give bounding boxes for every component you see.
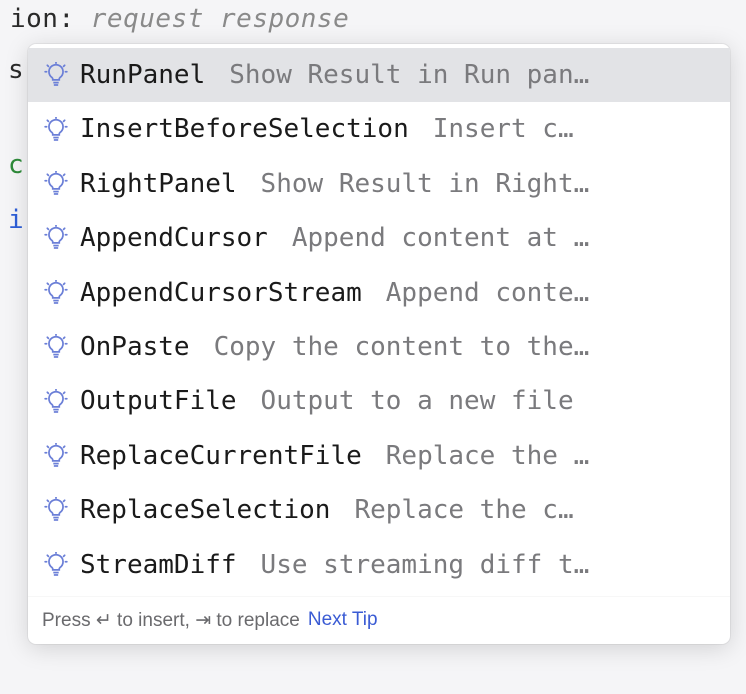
completion-item-name: RightPanel <box>80 166 237 202</box>
completion-item[interactable]: RightPanel Show Result in Right… <box>28 157 730 211</box>
footer-hint-text: Press ↵ to insert, ⇥ to replace <box>42 609 300 632</box>
completion-item-name: ReplaceCurrentFile <box>80 438 362 474</box>
completion-item[interactable]: RunPanel Show Result in Run pan… <box>28 48 730 102</box>
completion-item-name: RunPanel <box>80 57 205 93</box>
completion-item[interactable]: StreamDiff Use streaming diff t… <box>28 538 730 592</box>
lightbulb-icon <box>40 222 72 254</box>
lightbulb-icon <box>40 168 72 200</box>
tab-key-icon: ⇥ <box>195 610 211 631</box>
completion-item-desc: Replace the c… <box>354 492 718 528</box>
completion-item-desc: Insert c… <box>433 111 718 147</box>
completion-item-desc: Append conte… <box>386 275 718 311</box>
lightbulb-icon <box>40 386 72 418</box>
completion-item[interactable]: OutputFile Output to a new file <box>28 374 730 428</box>
completion-item-name: AppendCursorStream <box>80 275 362 311</box>
lightbulb-icon <box>40 549 72 581</box>
completion-item-desc: Show Result in Run pan… <box>229 57 718 93</box>
lightbulb-icon <box>40 331 72 363</box>
completion-item-name: StreamDiff <box>80 547 237 583</box>
completion-item-desc: Append content at … <box>292 220 718 256</box>
completion-popup: RunPanel Show Result in Run pan… InsertBe… <box>28 44 730 644</box>
completion-list: RunPanel Show Result in Run pan… InsertBe… <box>28 44 730 596</box>
completion-item[interactable]: AppendCursorStream Append conte… <box>28 266 730 320</box>
completion-item-name: ReplaceSelection <box>80 492 330 528</box>
enter-key-icon: ↵ <box>96 610 112 631</box>
completion-item[interactable]: ReplaceSelection Replace the c… <box>28 483 730 537</box>
lightbulb-icon <box>40 440 72 472</box>
editor-background-char: s <box>8 55 24 85</box>
completion-item[interactable]: OnPaste Copy the content to the… <box>28 320 730 374</box>
completion-item-desc: Output to a new file <box>261 383 718 419</box>
completion-item-name: InsertBeforeSelection <box>80 111 409 147</box>
completion-item-name: AppendCursor <box>80 220 268 256</box>
lightbulb-icon <box>40 114 72 146</box>
editor-background-char: c <box>8 150 24 180</box>
completion-item[interactable]: AppendCursor Append content at … <box>28 211 730 265</box>
bg-label: ion: <box>10 4 75 34</box>
lightbulb-icon <box>40 277 72 309</box>
completion-item-desc: Copy the content to the… <box>214 329 718 365</box>
footer-replace-text: to replace <box>211 610 300 631</box>
completion-item[interactable]: InsertBeforeSelection Insert c… <box>28 102 730 156</box>
completion-item-name: OutputFile <box>80 383 237 419</box>
completion-item-name: OnPaste <box>80 329 190 365</box>
completion-item-desc: Replace the … <box>386 438 718 474</box>
editor-background-line1: ion: request response <box>0 0 746 38</box>
next-tip-link[interactable]: Next Tip <box>308 609 378 631</box>
lightbulb-icon <box>40 494 72 526</box>
editor-background-char: i <box>8 205 24 235</box>
completion-footer: Press ↵ to insert, ⇥ to replace Next Tip <box>28 596 730 644</box>
footer-insert-text: to insert, <box>112 610 195 631</box>
completion-item-desc: Show Result in Right… <box>261 166 718 202</box>
completion-item[interactable]: ReplaceCurrentFile Replace the … <box>28 429 730 483</box>
footer-prefix: Press <box>42 610 96 631</box>
bg-value: request response <box>91 4 349 34</box>
completion-item-desc: Use streaming diff t… <box>261 547 718 583</box>
lightbulb-icon <box>40 59 72 91</box>
